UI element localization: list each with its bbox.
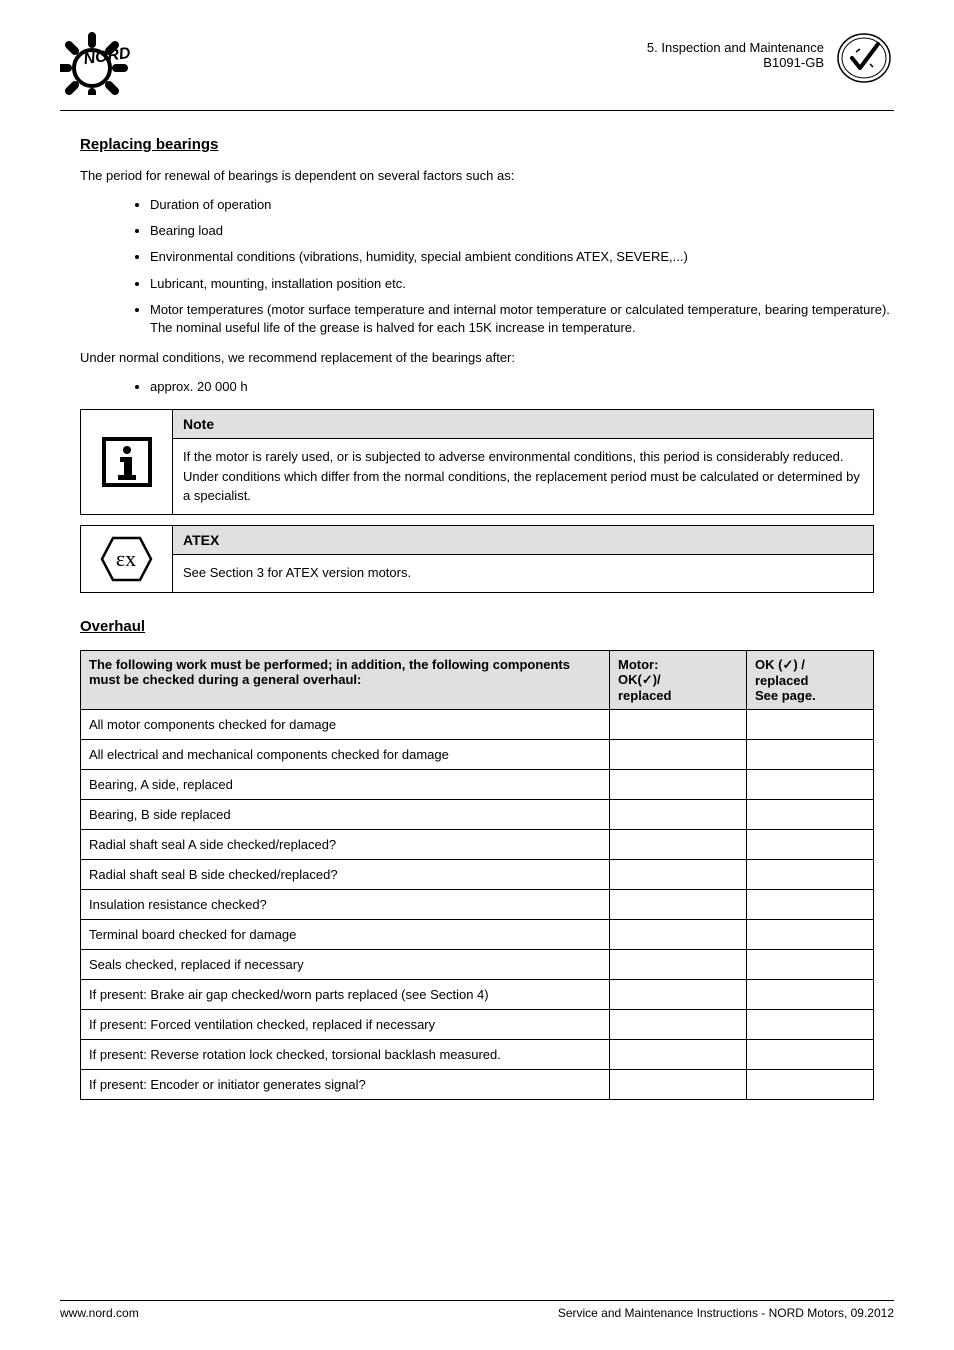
table-row: Terminal board checked for damage: [81, 919, 874, 949]
table-row: Insulation resistance checked?: [81, 889, 874, 919]
task-cell: All motor components checked for damage: [81, 709, 610, 739]
status-cell[interactable]: [610, 889, 747, 919]
status-cell[interactable]: [610, 919, 747, 949]
page-cell[interactable]: [747, 949, 874, 979]
page-cell[interactable]: [747, 859, 874, 889]
brand-logo: NORD: [60, 30, 150, 95]
list-item: Bearing load: [150, 222, 894, 240]
table-row: Bearing, B side replaced: [81, 799, 874, 829]
task-cell: Radial shaft seal B side checked/replace…: [81, 859, 610, 889]
page-header: NORD 5. Inspection and Maintenance B1091…: [60, 30, 894, 111]
info-icon: [102, 437, 152, 487]
task-cell: If present: Forced ventilation checked, …: [81, 1009, 610, 1039]
task-cell: Bearing, A side, replaced: [81, 769, 610, 799]
status-cell[interactable]: [610, 739, 747, 769]
page-cell[interactable]: [747, 829, 874, 859]
factors-list: Duration of operation Bearing load Envir…: [150, 196, 894, 337]
page-cell[interactable]: [747, 979, 874, 1009]
task-cell: All electrical and mechanical components…: [81, 739, 610, 769]
task-cell: If present: Encoder or initiator generat…: [81, 1069, 610, 1099]
replacing-conclusion-text: Under normal conditions, we recommend re…: [80, 350, 894, 365]
page-cell[interactable]: [747, 799, 874, 829]
page-cell[interactable]: [747, 1009, 874, 1039]
overhaul-table: The following work must be performed; in…: [80, 650, 874, 1100]
footer-doc-info: Service and Maintenance Instructions - N…: [558, 1306, 894, 1320]
list-item: Motor temperatures (motor surface temper…: [150, 301, 894, 337]
doc-reference: B1091-GB: [647, 55, 824, 70]
table-row: If present: Reverse rotation lock checke…: [81, 1039, 874, 1069]
page-cell[interactable]: [747, 889, 874, 919]
table-row: Radial shaft seal B side checked/replace…: [81, 859, 874, 889]
checkmark-seal-icon: [834, 30, 894, 85]
list-item: Lubricant, mounting, installation positi…: [150, 275, 894, 293]
table-row: If present: Encoder or initiator generat…: [81, 1069, 874, 1099]
hours-list: approx. 20 000 h: [150, 378, 894, 396]
list-item: Duration of operation: [150, 196, 894, 214]
status-cell[interactable]: [610, 1039, 747, 1069]
note-title: Note: [173, 410, 873, 439]
table-row: All motor components checked for damage: [81, 709, 874, 739]
status-cell[interactable]: [610, 1069, 747, 1099]
status-cell[interactable]: [610, 859, 747, 889]
page-cell[interactable]: [747, 769, 874, 799]
task-cell: If present: Reverse rotation lock checke…: [81, 1039, 610, 1069]
status-cell[interactable]: [610, 1009, 747, 1039]
status-cell[interactable]: [610, 949, 747, 979]
page-cell[interactable]: [747, 1069, 874, 1099]
atex-body: See Section 3 for ATEX version motors.: [173, 555, 873, 591]
task-cell: Radial shaft seal A side checked/replace…: [81, 829, 610, 859]
note-callout: Note If the motor is rarely used, or is …: [80, 409, 874, 515]
replacing-bearings-heading: Replacing bearings: [80, 136, 894, 153]
task-cell: Insulation resistance checked?: [81, 889, 610, 919]
svg-text:εx: εx: [116, 546, 136, 571]
task-cell: Seals checked, replaced if necessary: [81, 949, 610, 979]
table-row: If present: Forced ventilation checked, …: [81, 1009, 874, 1039]
table-row: Seals checked, replaced if necessary: [81, 949, 874, 979]
chapter-label: 5. Inspection and Maintenance: [647, 40, 824, 55]
list-item: approx. 20 000 h: [150, 378, 894, 396]
overhaul-heading: Overhaul: [80, 618, 894, 635]
nord-gear-icon: NORD: [60, 30, 150, 95]
status-cell[interactable]: [610, 979, 747, 1009]
table-header-motor: Motor: OK(✓)/ replaced: [610, 650, 747, 709]
list-item: Environmental conditions (vibrations, hu…: [150, 248, 894, 266]
table-header-page: OK (✓) / replaced See page.: [747, 650, 874, 709]
page-footer: www.nord.com Service and Maintenance Ins…: [60, 1300, 894, 1320]
status-cell[interactable]: [610, 709, 747, 739]
note-body: If the motor is rarely used, or is subje…: [173, 439, 873, 514]
atex-title: ATEX: [173, 526, 873, 555]
table-row: If present: Brake air gap checked/worn p…: [81, 979, 874, 1009]
atex-hexagon-icon: εx: [99, 534, 154, 584]
footer-url: www.nord.com: [60, 1306, 139, 1320]
atex-callout: εx ATEX See Section 3 for ATEX version m…: [80, 525, 874, 593]
task-cell: If present: Brake air gap checked/worn p…: [81, 979, 610, 1009]
task-cell: Bearing, B side replaced: [81, 799, 610, 829]
page-cell[interactable]: [747, 739, 874, 769]
page-cell[interactable]: [747, 709, 874, 739]
table-header-task: The following work must be performed; in…: [81, 650, 610, 709]
status-cell[interactable]: [610, 829, 747, 859]
table-row: All electrical and mechanical components…: [81, 739, 874, 769]
table-row: Bearing, A side, replaced: [81, 769, 874, 799]
task-cell: Terminal board checked for damage: [81, 919, 610, 949]
status-cell[interactable]: [610, 769, 747, 799]
page-cell[interactable]: [747, 919, 874, 949]
status-cell[interactable]: [610, 799, 747, 829]
page-cell[interactable]: [747, 1039, 874, 1069]
replacing-intro-text: The period for renewal of bearings is de…: [80, 168, 894, 183]
table-row: Radial shaft seal A side checked/replace…: [81, 829, 874, 859]
